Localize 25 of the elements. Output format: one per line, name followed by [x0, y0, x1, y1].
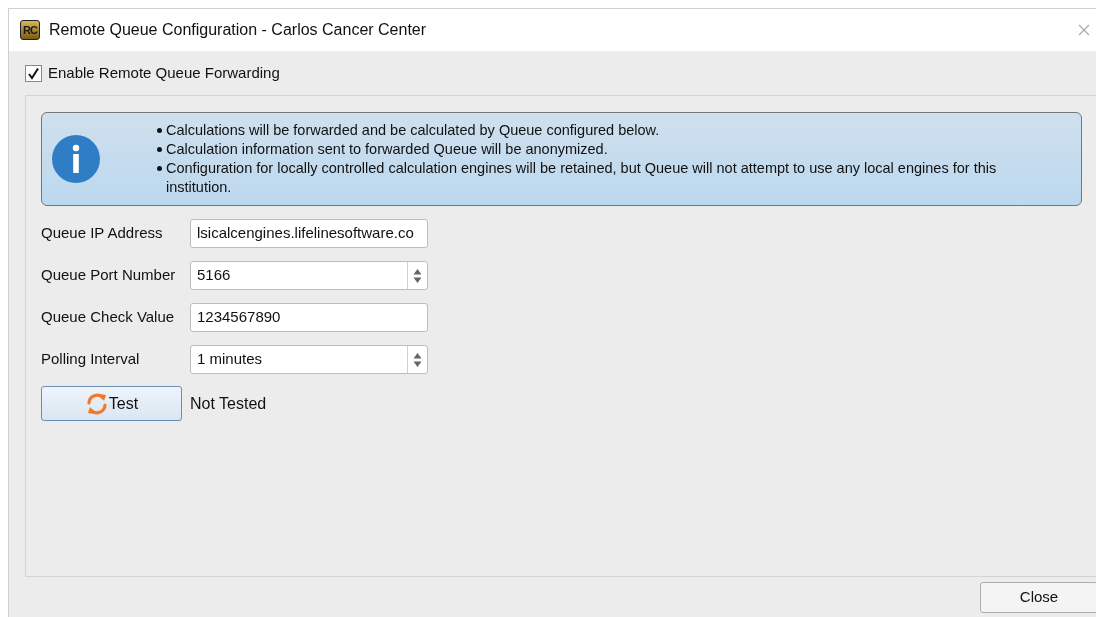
spin-box[interactable]: 5166	[190, 261, 428, 290]
info-text: Calculations will be forwarded and be calculated by Queue configured below.	[166, 121, 660, 140]
app-logo: RC	[20, 20, 40, 40]
info-icon	[52, 135, 100, 183]
bullet-icon	[157, 128, 162, 133]
test-status: Not Tested	[190, 393, 267, 414]
bullet-icon	[157, 166, 162, 171]
spin-arrows-icon[interactable]	[413, 351, 422, 368]
spin-box[interactable]: 1 minutes	[190, 345, 428, 374]
spin-arrows-icon[interactable]	[413, 267, 422, 284]
bullet-icon	[157, 147, 162, 152]
checkbox-label[interactable]: Enable Remote Queue Forwarding	[48, 61, 280, 85]
info-text: Configuration for locally controlled calculation engines will be retained, but Queue will not attempt to use any local engines for this institution.	[166, 159, 998, 197]
window-title: Remote Queue Configuration - Carlos Cancer Center	[49, 20, 427, 40]
refresh-icon	[84, 391, 109, 416]
checkbox[interactable]	[25, 64, 42, 82]
close-button[interactable]: Close	[980, 581, 1096, 613]
info-text: Calculation information sent to forwarded Queue will be anonymized.	[166, 140, 608, 159]
field-label: Queue IP Address	[41, 223, 164, 244]
field-label: Queue Check Value	[41, 307, 176, 328]
test-button[interactable]: Test	[41, 386, 182, 421]
input-field[interactable]: lsicalcengines.lifelinesoftware.co	[190, 219, 428, 248]
field-label: Queue Port Number	[41, 265, 177, 286]
input-field[interactable]: 1234567890	[190, 303, 428, 332]
field-label: Polling Interval	[41, 349, 141, 370]
